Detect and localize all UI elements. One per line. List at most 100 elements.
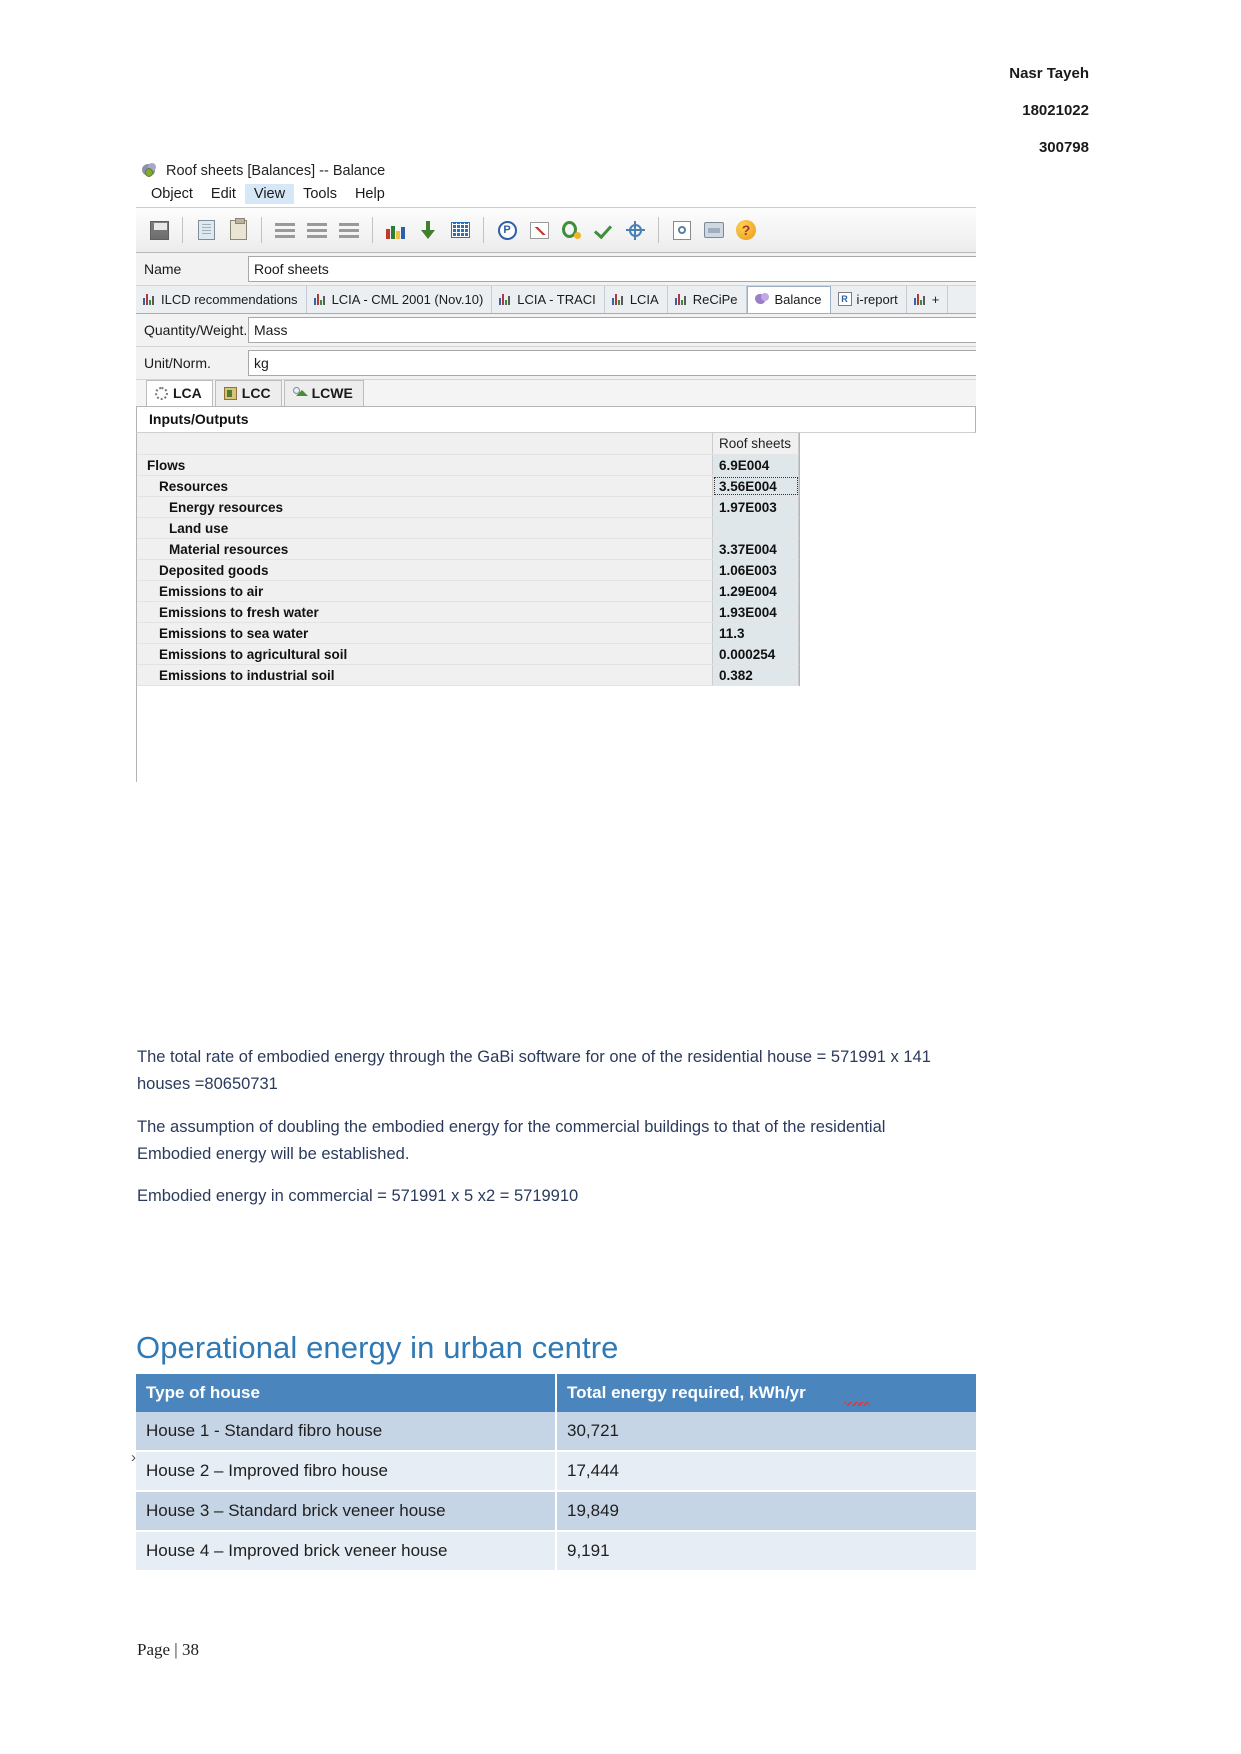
menu-item-edit[interactable]: Edit <box>202 184 245 204</box>
row-label: Resources <box>137 476 713 496</box>
row-label: Emissions to sea water <box>137 623 713 643</box>
magnifier-icon[interactable] <box>667 215 697 245</box>
cost-icon <box>223 386 237 400</box>
tab-lcwe[interactable]: LCWE <box>283 380 364 406</box>
cell-energy-value: 30,721 <box>556 1412 976 1452</box>
paragraph-embodied-energy-total: The total rate of embodied energy throug… <box>137 1048 931 1093</box>
unit-norm-input[interactable]: kg <box>248 350 976 376</box>
tab-lcia[interactable]: LCIA <box>605 286 668 313</box>
paragraph-commercial-embodied-energy: Embodied energy in commercial = 571991 x… <box>137 1187 579 1205</box>
table-row[interactable]: Energy resources 1.97E003 <box>137 497 799 518</box>
inputs-outputs-header: Inputs/Outputs <box>136 407 976 433</box>
quantity-weight-label: Quantity/Weight. <box>144 322 248 338</box>
menu-item-object[interactable]: Object <box>142 184 202 204</box>
name-input[interactable]: Roof sheets <box>248 256 976 282</box>
quantity-weight-row: Quantity/Weight. Mass <box>136 314 976 347</box>
quantity-weight-input[interactable]: Mass <box>248 317 976 343</box>
paragraph-doubling-assumption: The assumption of doubling the embodied … <box>137 1118 886 1163</box>
tab-i-report[interactable]: R i-report <box>831 286 907 313</box>
menu-item-help[interactable]: Help <box>346 184 394 204</box>
table-header-row: Type of house Total energy required, kWh… <box>136 1374 976 1412</box>
tab-label: ILCD recommendations <box>161 291 298 307</box>
tab-label: LCIA - CML 2001 (Nov.10) <box>331 291 484 307</box>
tab-recipe[interactable]: ReCiPe <box>668 286 747 313</box>
row-label: Deposited goods <box>137 560 713 580</box>
tab-label: LCIA - TRACI <box>517 291 596 307</box>
table-row: House 3 – Standard brick veneer house 19… <box>136 1491 976 1532</box>
toolbar-separator <box>182 217 183 243</box>
analysis-tab-bar: LCA LCC LCWE <box>136 380 976 407</box>
table-row[interactable]: Emissions to air 1.29E004 <box>137 581 799 602</box>
help-icon[interactable] <box>731 215 761 245</box>
table-row[interactable]: Emissions to industrial soil 0.382 <box>137 665 799 686</box>
cell-house-type: House 2 – Improved fibro house <box>136 1451 557 1492</box>
table-row[interactable]: Emissions to agricultural soil 0.000254 <box>137 644 799 665</box>
tab-lcia-traci[interactable]: LCIA - TRACI <box>492 286 605 313</box>
align-lines-icon[interactable] <box>302 215 332 245</box>
unit-norm-label: Unit/Norm. <box>144 355 211 371</box>
gabi-balance-icon <box>142 163 159 179</box>
bar-chart-icon <box>499 293 512 305</box>
quantity-icon[interactable] <box>556 215 586 245</box>
save-icon[interactable] <box>144 215 174 245</box>
cell-house-type: House 3 – Standard brick veneer house <box>136 1491 557 1532</box>
grid-header-roof-sheets: Roof sheets <box>713 433 799 454</box>
tab-add-method[interactable]: + <box>907 286 949 313</box>
table-row[interactable]: Resources 3.56E004 <box>137 476 799 497</box>
down-arrow-icon[interactable] <box>413 215 443 245</box>
table-row[interactable]: Emissions to fresh water 1.93E004 <box>137 602 799 623</box>
row-value: 1.93E004 <box>713 602 799 622</box>
row-value: 0.382 <box>713 665 799 685</box>
align-lines-icon[interactable] <box>334 215 364 245</box>
tab-balance[interactable]: Balance <box>746 286 831 313</box>
column-header-type-of-house: Type of house <box>136 1374 557 1412</box>
bar-chart-icon <box>313 293 327 305</box>
table-row[interactable]: Deposited goods 1.06E003 <box>137 560 799 581</box>
table-row: House 4 – Improved brick veneer house 9,… <box>136 1531 976 1572</box>
table-row: House 1 - Standard fibro house 30,721 <box>136 1412 976 1452</box>
tab-label: i-report <box>856 291 898 307</box>
tab-lcia-cml-2001[interactable]: LCIA - CML 2001 (Nov.10) <box>307 286 493 313</box>
document-header: Nasr Tayeh 18021022 300798 <box>1009 66 1089 177</box>
cell-energy-value: 19,849 <box>556 1491 976 1532</box>
grid-icon[interactable] <box>445 215 475 245</box>
gabi-menu-bar: Object Edit View Tools Help <box>136 182 976 207</box>
grid-header-blank <box>137 433 713 454</box>
menu-item-view[interactable]: View <box>244 184 295 204</box>
row-label: Flows <box>137 455 713 475</box>
working-environment-icon <box>292 386 308 400</box>
row-value: 11.3 <box>713 623 799 643</box>
drawer-icon[interactable] <box>699 215 729 245</box>
tab-label: Balance <box>774 292 822 307</box>
table-row[interactable]: Land use <box>137 518 799 539</box>
page-footer: Page | 38 <box>137 1640 199 1659</box>
align-lines-icon[interactable] <box>270 215 300 245</box>
row-label: Emissions to agricultural soil <box>137 644 713 664</box>
copy-icon[interactable] <box>191 215 221 245</box>
row-label: Emissions to air <box>137 581 713 601</box>
tab-ilcd-recommendations[interactable]: ILCD recommendations <box>136 286 307 313</box>
flows-data-grid: Roof sheets Flows 6.9E004 Resources 3.56… <box>136 433 800 686</box>
balance-target-icon[interactable] <box>620 215 650 245</box>
cell-energy-value: 17,444 <box>556 1451 976 1492</box>
check-icon[interactable] <box>588 215 618 245</box>
table-row[interactable]: Emissions to sea water 11.3 <box>137 623 799 644</box>
row-label: Material resources <box>137 539 713 559</box>
chart-icon[interactable] <box>524 215 554 245</box>
toolbar-separator <box>658 217 659 243</box>
bar-chart-icon <box>913 293 927 305</box>
tab-lcc[interactable]: LCC <box>214 380 282 406</box>
books-icon[interactable] <box>381 215 411 245</box>
paste-icon[interactable] <box>223 215 253 245</box>
parameter-icon[interactable] <box>492 215 522 245</box>
tab-lca[interactable]: LCA <box>146 380 213 406</box>
menu-item-tools[interactable]: Tools <box>294 184 346 204</box>
operational-energy-table: Type of house Total energy required, kWh… <box>136 1374 976 1572</box>
name-field-label: Name <box>144 261 182 277</box>
toolbar-separator <box>483 217 484 243</box>
table-row[interactable]: Flows 6.9E004 <box>137 455 799 476</box>
row-value: 3.37E004 <box>713 539 799 559</box>
spellcheck-underline <box>844 1402 870 1406</box>
table-row[interactable]: Material resources 3.37E004 <box>137 539 799 560</box>
cell-energy-value: 9,191 <box>556 1531 976 1572</box>
